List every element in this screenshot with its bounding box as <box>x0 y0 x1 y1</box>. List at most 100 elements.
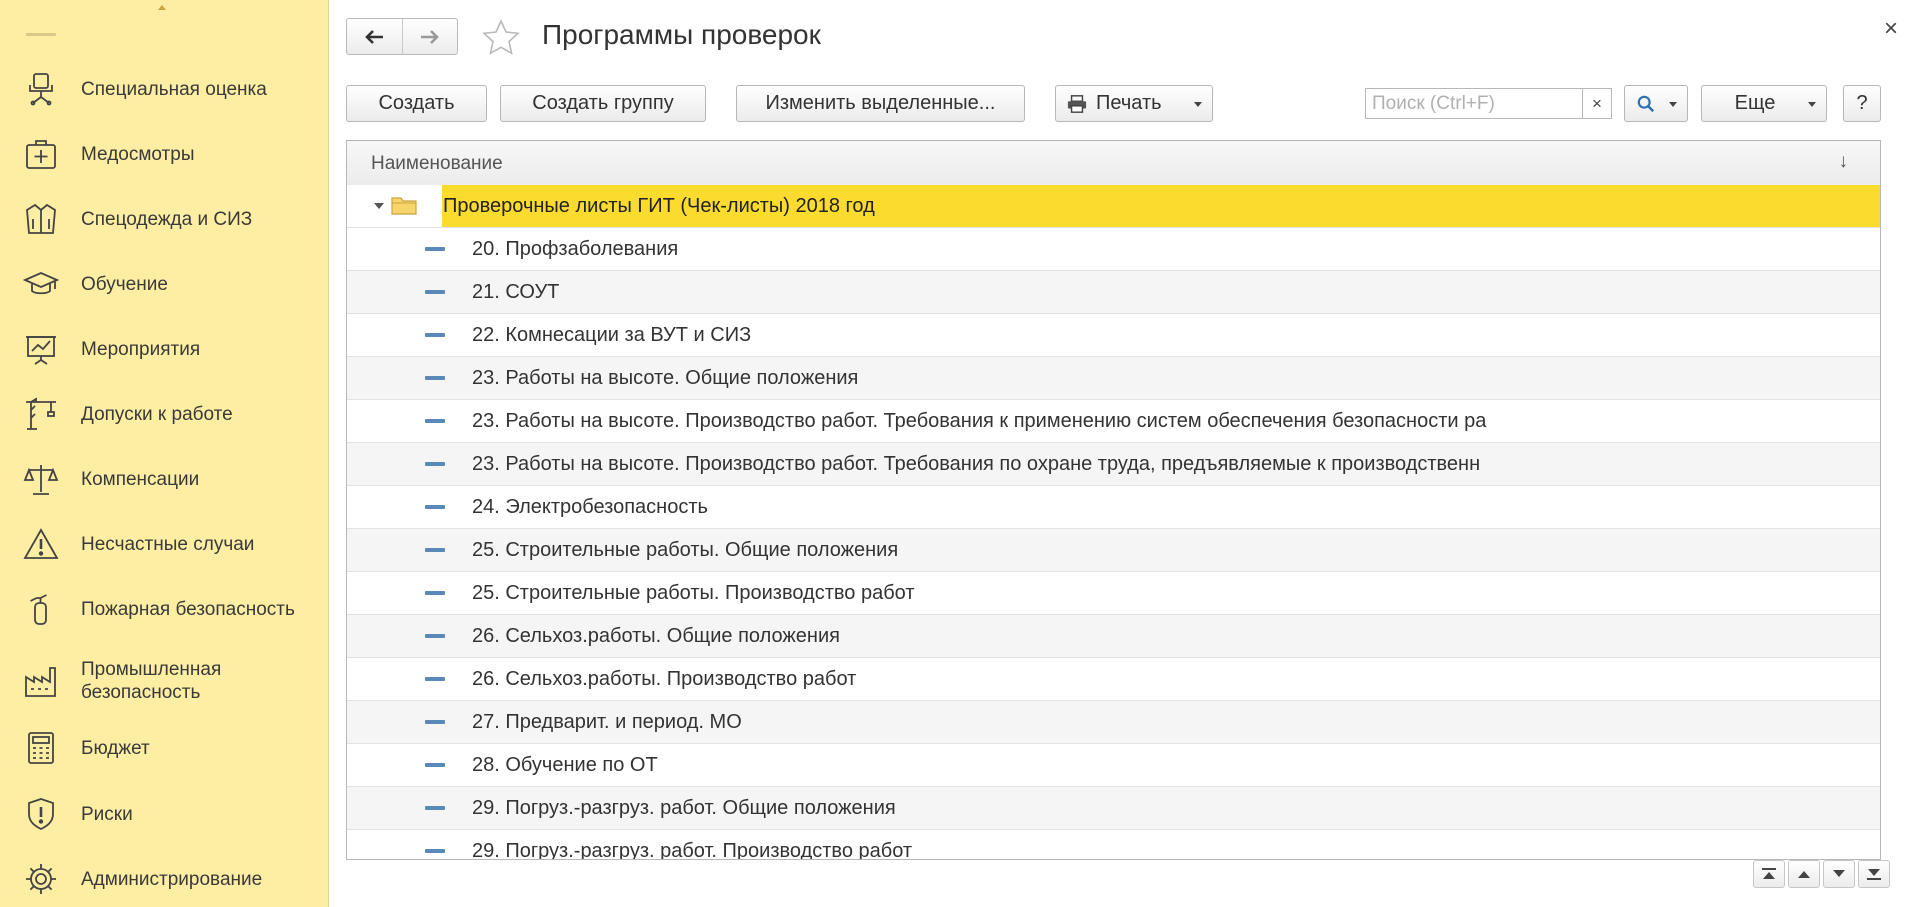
table-row[interactable]: 23. Работы на высоте. Общие положения <box>347 357 1880 400</box>
sidebar-item-label: Компенсации <box>81 468 200 490</box>
search-options-button[interactable] <box>1624 85 1688 122</box>
search-icon <box>1637 95 1655 112</box>
sidebar: Специальная оценка Медосмотры Спецодежда… <box>0 0 329 907</box>
table-row[interactable]: 28. Обучение по ОТ <box>347 744 1880 787</box>
sidebar-item-label: Бюджет <box>81 737 150 759</box>
sidebar-item-training[interactable]: Обучение <box>0 256 328 312</box>
column-header-name[interactable]: Наименование <box>371 153 503 175</box>
table-row[interactable]: 23. Работы на высоте. Производство работ… <box>347 443 1880 486</box>
sidebar-item-label: Пожарная безопасность <box>81 598 295 620</box>
office-chair-icon <box>22 70 60 108</box>
table-row[interactable]: 21. СОУТ <box>347 271 1880 314</box>
close-button[interactable]: × <box>1884 17 1898 41</box>
row-label: 25. Строительные работы. Производство ра… <box>472 582 915 604</box>
item-marker-icon <box>425 548 445 552</box>
table-row[interactable]: 22. Комнесации за ВУТ и СИЗ <box>347 314 1880 357</box>
table-row[interactable]: 27. Предварит. и период. МО <box>347 701 1880 744</box>
folder-icon <box>391 197 417 215</box>
table-row-group[interactable]: Проверочные листы ГИТ (Чек-листы) 2018 г… <box>347 185 1880 228</box>
sidebar-scroll-hint <box>26 33 56 36</box>
sidebar-item-label: Спецодежда и СИЗ <box>81 208 253 230</box>
forward-button[interactable] <box>401 19 458 54</box>
expand-collapse-icon[interactable] <box>374 203 384 209</box>
factory-icon <box>22 662 60 700</box>
item-marker-icon <box>425 806 445 810</box>
sidebar-item-industrial-safety[interactable]: Промышленная безопасность <box>0 653 328 709</box>
calculator-icon <box>22 729 60 767</box>
sidebar-item-label: Мероприятия <box>81 338 201 360</box>
scroll-to-top-button[interactable] <box>1753 860 1785 888</box>
warning-triangle-icon <box>22 525 60 563</box>
chevron-up-icon <box>1798 871 1810 878</box>
item-marker-icon <box>425 677 445 681</box>
row-label: 23. Работы на высоте. Производство работ… <box>472 410 1487 432</box>
table-row[interactable]: 29. Погруз.-разгруз. работ. Общие положе… <box>347 787 1880 830</box>
table-row[interactable]: 20. Профзаболевания <box>347 228 1880 271</box>
scroll-up-button[interactable] <box>1788 860 1820 888</box>
row-label: 29. Погруз.-разгруз. работ. Общие положе… <box>472 797 896 819</box>
table-row[interactable]: 24. Электробезопасность <box>347 486 1880 529</box>
item-marker-icon <box>425 290 445 294</box>
item-marker-icon <box>425 591 445 595</box>
sidebar-item-compensation[interactable]: Компенсации <box>0 451 328 507</box>
row-label: 23. Работы на высоте. Общие положения <box>472 367 859 389</box>
double-chevron-down-icon <box>1867 869 1881 880</box>
table-row[interactable]: 29. Погруз.-разгруз. работ. Производство… <box>347 830 1880 859</box>
sidebar-item-label: Несчастные случаи <box>81 533 255 555</box>
create-button[interactable]: Создать <box>346 85 487 122</box>
more-label: Еще <box>1734 92 1776 114</box>
sort-arrow-icon[interactable]: ↓ <box>1839 151 1849 173</box>
sidebar-item-events[interactable]: Мероприятия <box>0 321 328 377</box>
chevron-down-icon <box>1833 870 1845 877</box>
graduation-cap-icon <box>22 265 60 303</box>
arrow-right-icon <box>420 29 439 44</box>
sidebar-item-fire-safety[interactable]: Пожарная безопасность <box>0 581 328 637</box>
sidebar-item-workwear[interactable]: Спецодежда и СИЗ <box>0 191 328 247</box>
favorite-star-icon[interactable] <box>481 18 521 58</box>
item-marker-icon <box>425 247 445 251</box>
item-marker-icon <box>425 419 445 423</box>
create-group-button[interactable]: Создать группу <box>500 85 706 122</box>
sidebar-item-budget[interactable]: Бюджет <box>0 720 328 776</box>
more-button[interactable]: Еще <box>1701 85 1827 122</box>
presentation-board-icon <box>22 330 60 368</box>
jacket-icon <box>22 200 60 238</box>
sidebar-item-risks[interactable]: Риски <box>0 786 328 842</box>
scales-icon <box>22 460 60 498</box>
edit-selected-button[interactable]: Изменить выделенные... <box>736 85 1025 122</box>
row-label: 23. Работы на высоте. Производство работ… <box>472 453 1481 475</box>
table-row[interactable]: 25. Строительные работы. Производство ра… <box>347 572 1880 615</box>
table-row[interactable]: 26. Сельхоз.работы. Производство работ <box>347 658 1880 701</box>
back-button[interactable] <box>347 19 402 54</box>
row-label: 26. Сельхоз.работы. Общие положения <box>472 625 840 647</box>
sidebar-item-medical[interactable]: Медосмотры <box>0 126 328 182</box>
sidebar-item-label: Промышленная безопасность <box>81 659 222 703</box>
scroll-to-bottom-button[interactable] <box>1858 860 1890 888</box>
search-input[interactable] <box>1365 88 1582 119</box>
help-button[interactable]: ? <box>1843 85 1881 122</box>
item-marker-icon <box>425 333 445 337</box>
table-row[interactable]: 23. Работы на высоте. Производство работ… <box>347 400 1880 443</box>
row-label: 26. Сельхоз.работы. Производство работ <box>472 668 857 690</box>
chevron-down-icon <box>1194 102 1202 107</box>
sidebar-item-administration[interactable]: Администрирование <box>0 851 328 907</box>
sidebar-item-label: Специальная оценка <box>81 78 267 100</box>
sidebar-item-special-assessment[interactable]: Специальная оценка <box>0 61 328 117</box>
scroll-up-indicator[interactable] <box>158 5 166 10</box>
scroll-down-button[interactable] <box>1823 860 1855 888</box>
search-clear-button[interactable]: × <box>1582 88 1612 119</box>
item-marker-icon <box>425 720 445 724</box>
item-marker-icon <box>425 849 445 853</box>
print-button[interactable]: Печать <box>1055 85 1213 122</box>
crane-icon <box>22 395 60 433</box>
double-chevron-up-icon <box>1762 868 1776 879</box>
checklist-table: Наименование ↓ Проверочные листы ГИТ (Че… <box>346 140 1881 860</box>
row-label: Проверочные листы ГИТ (Чек-листы) 2018 г… <box>443 195 875 217</box>
navigation-buttons <box>346 18 458 55</box>
table-row[interactable]: 25. Строительные работы. Общие положения <box>347 529 1880 572</box>
fire-extinguisher-icon <box>22 590 60 628</box>
sidebar-item-accidents[interactable]: Несчастные случаи <box>0 516 328 572</box>
page-title: Программы проверок <box>542 19 821 50</box>
table-row[interactable]: 26. Сельхоз.работы. Общие положения <box>347 615 1880 658</box>
sidebar-item-permits[interactable]: Допуски к работе <box>0 386 328 442</box>
